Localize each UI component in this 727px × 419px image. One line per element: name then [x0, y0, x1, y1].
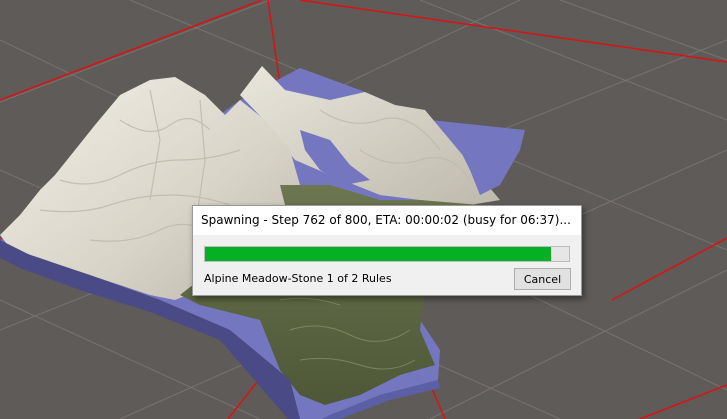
progress-bar: [204, 246, 570, 262]
status-text: Alpine Meadow-Stone 1 of 2 Rules: [204, 272, 392, 285]
progress-bar-fill: [205, 247, 551, 261]
progress-dialog: Spawning - Step 762 of 800, ETA: 00:00:0…: [192, 205, 582, 296]
dialog-title: Spawning - Step 762 of 800, ETA: 00:00:0…: [193, 206, 581, 235]
cancel-button[interactable]: Cancel: [514, 268, 571, 290]
